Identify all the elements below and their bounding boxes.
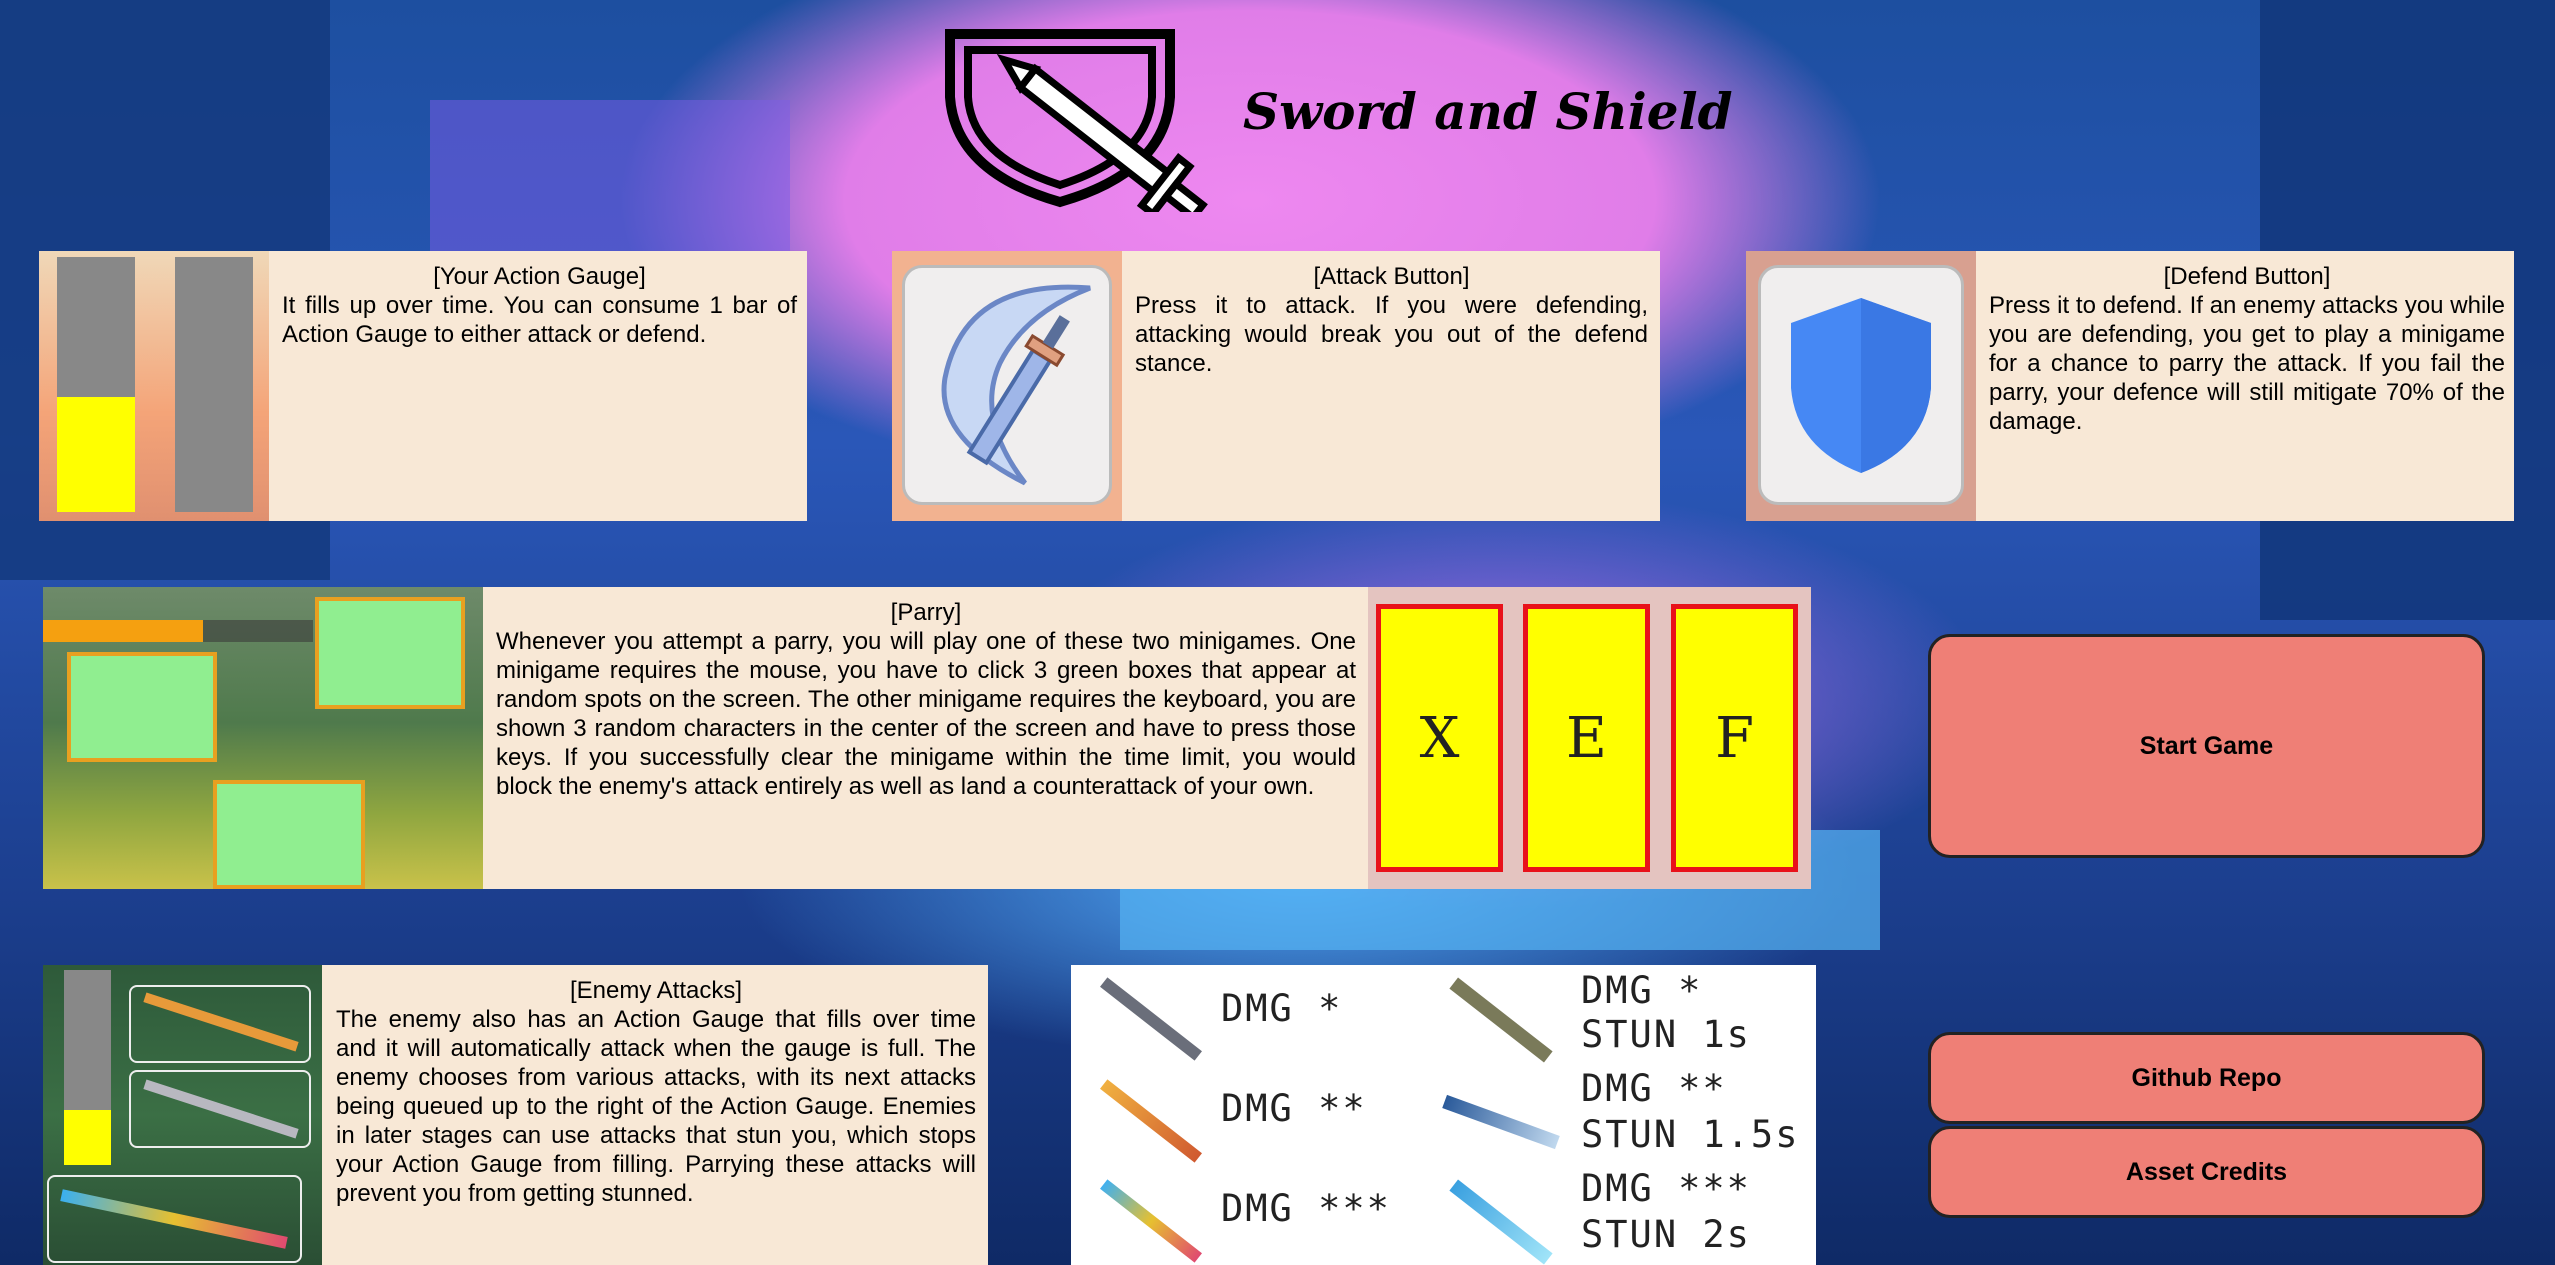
action-gauge-illustration bbox=[39, 251, 269, 521]
action-gauge-description: [Your Action Gauge] It fills up over tim… bbox=[282, 262, 797, 349]
action-gauge-text: It fills up over time. You can consume 1… bbox=[282, 292, 797, 348]
attack-2-dmg: DMG * bbox=[1581, 969, 1703, 1012]
sword-crystal-icon bbox=[1449, 1179, 1553, 1265]
sword-ice-icon bbox=[1442, 1094, 1560, 1150]
shield-icon bbox=[1791, 298, 1931, 473]
parry-green-box-1 bbox=[315, 597, 465, 709]
enemy-attacks-title: [Enemy Attacks] bbox=[569, 977, 743, 1004]
enemy-queued-attack-1 bbox=[129, 985, 311, 1063]
panel-defend: [Defend Button] Press it to defend. If a… bbox=[1746, 251, 2514, 521]
attack-button-preview bbox=[902, 265, 1112, 505]
parry-text: Whenever you attempt a parry, you will p… bbox=[496, 628, 1356, 800]
attack-description: [Attack Button] Press it to attack. If y… bbox=[1135, 262, 1648, 378]
attack-2-stun: STUN 1s bbox=[1581, 1013, 1751, 1056]
attack-5-dmg: DMG *** bbox=[1221, 1187, 1391, 1230]
sword-rusty-icon bbox=[1449, 977, 1553, 1063]
parry-key-1: X bbox=[1376, 604, 1503, 872]
fire-sword-icon bbox=[143, 992, 299, 1052]
steel-sword-icon bbox=[143, 1079, 299, 1139]
parry-title: [Parry] bbox=[890, 599, 962, 626]
defend-button-preview bbox=[1758, 265, 1964, 505]
parry-description: [Parry] Whenever you attempt a parry, yo… bbox=[496, 598, 1356, 801]
defend-title: [Defend Button] bbox=[2163, 263, 2331, 290]
enemy-attacks-text: The enemy also has an Action Gauge that … bbox=[336, 1006, 976, 1207]
attack-6-stun: STUN 2s bbox=[1581, 1213, 1751, 1256]
player-gauge-bar-1 bbox=[57, 257, 135, 512]
player-gauge-fill-1 bbox=[57, 397, 135, 512]
sword-fire-icon bbox=[1100, 1079, 1202, 1163]
panel-attack: [Attack Button] Press it to attack. If y… bbox=[892, 251, 1660, 521]
attack-reference-table: DMG * DMG * STUN 1s DMG ** DMG ** STUN 1… bbox=[1071, 965, 1816, 1265]
attack-6-dmg: DMG *** bbox=[1581, 1167, 1751, 1210]
enemy-gauge-bar bbox=[64, 970, 111, 1165]
title-logo bbox=[940, 22, 1240, 223]
enemy-gauge-fill bbox=[64, 1110, 111, 1165]
parry-keyboard-minigame: X E F bbox=[1368, 587, 1811, 889]
attack-title: [Attack Button] bbox=[1313, 263, 1470, 290]
enemy-queued-attack-3 bbox=[47, 1175, 302, 1263]
action-gauge-title: [Your Action Gauge] bbox=[433, 263, 646, 290]
parry-mouse-minigame bbox=[43, 587, 483, 889]
attack-illustration bbox=[892, 251, 1122, 521]
parry-key-2: E bbox=[1523, 604, 1650, 872]
attack-4-dmg: DMG ** bbox=[1581, 1067, 1727, 1110]
sword-rainbow-icon bbox=[1100, 1179, 1202, 1263]
parry-timer-bar bbox=[43, 620, 203, 642]
sword-slash-icon bbox=[941, 284, 1091, 486]
panel-parry: [Parry] Whenever you attempt a parry, yo… bbox=[43, 587, 1811, 889]
attack-text: Press it to attack. If you were defendin… bbox=[1135, 292, 1648, 377]
sword-basic-icon bbox=[1100, 977, 1202, 1061]
start-game-button[interactable]: Start Game bbox=[1928, 634, 2485, 858]
panel-action-gauge: [Your Action Gauge] It fills up over tim… bbox=[39, 251, 807, 521]
enemy-queued-attack-2 bbox=[129, 1070, 311, 1148]
bg-moon-glow bbox=[430, 100, 790, 260]
attack-3-dmg: DMG ** bbox=[1221, 1087, 1367, 1130]
attack-4-stun: STUN 1.5s bbox=[1581, 1113, 1800, 1156]
parry-green-box-2 bbox=[67, 652, 217, 762]
github-repo-button[interactable]: Github Repo bbox=[1928, 1032, 2485, 1124]
enemy-gauge-illustration bbox=[43, 965, 322, 1265]
sword-shield-icon bbox=[945, 29, 1208, 223]
parry-timer-track bbox=[203, 620, 313, 642]
player-gauge-bar-2 bbox=[175, 257, 253, 512]
defend-illustration bbox=[1746, 251, 1976, 521]
panel-enemy-attacks: [Enemy Attacks] The enemy also has an Ac… bbox=[43, 965, 988, 1265]
defend-text: Press it to defend. If an enemy attacks … bbox=[1989, 292, 2505, 435]
parry-key-3: F bbox=[1671, 604, 1798, 872]
page-title: Sword and Shield bbox=[1243, 82, 1733, 141]
rainbow-sword-icon bbox=[60, 1189, 288, 1249]
parry-green-box-3 bbox=[213, 780, 365, 889]
enemy-attacks-description: [Enemy Attacks] The enemy also has an Ac… bbox=[336, 976, 976, 1208]
attack-1-dmg: DMG * bbox=[1221, 987, 1343, 1030]
asset-credits-button[interactable]: Asset Credits bbox=[1928, 1126, 2485, 1218]
defend-description: [Defend Button] Press it to defend. If a… bbox=[1989, 262, 2505, 436]
